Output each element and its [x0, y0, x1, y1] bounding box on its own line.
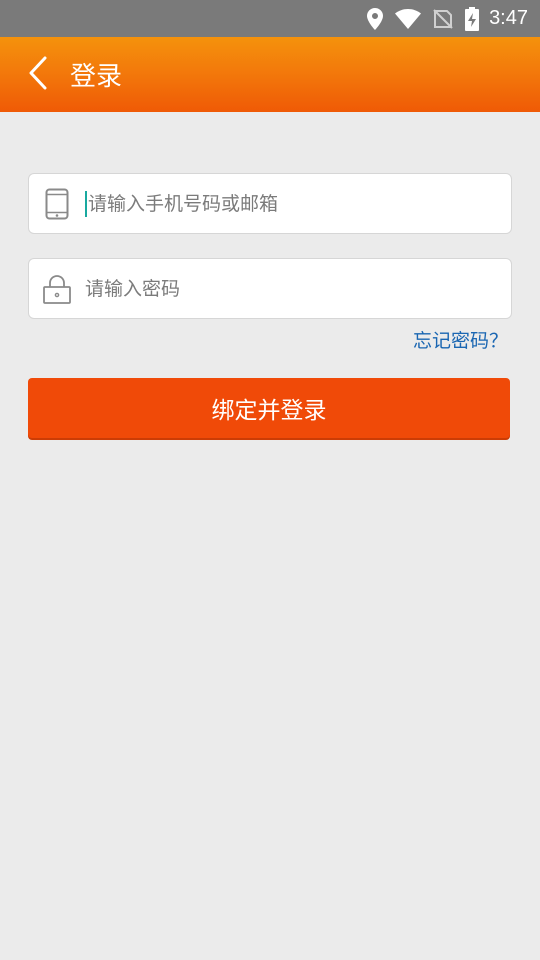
- chevron-left-icon: [27, 56, 49, 94]
- status-bar: 3:47: [0, 0, 540, 37]
- password-field[interactable]: [28, 258, 512, 319]
- battery-charging-icon: [465, 6, 480, 31]
- wifi-icon: [395, 8, 422, 29]
- page-title: 登录: [70, 62, 123, 92]
- status-time: 3:47: [489, 7, 528, 29]
- no-sim-icon: [433, 8, 453, 29]
- account-field[interactable]: [28, 173, 512, 234]
- phone-icon: [29, 188, 85, 220]
- forgot-password-link[interactable]: 忘记密码？: [413, 326, 508, 353]
- password-input[interactable]: [85, 268, 485, 309]
- text-cursor: [85, 190, 87, 217]
- app-bar: 登录: [0, 37, 540, 112]
- account-input[interactable]: [88, 183, 488, 224]
- bind-and-login-button[interactable]: 绑定并登录: [28, 378, 510, 438]
- back-button[interactable]: [8, 37, 68, 112]
- location-icon: [367, 7, 384, 30]
- lock-icon: [29, 274, 85, 304]
